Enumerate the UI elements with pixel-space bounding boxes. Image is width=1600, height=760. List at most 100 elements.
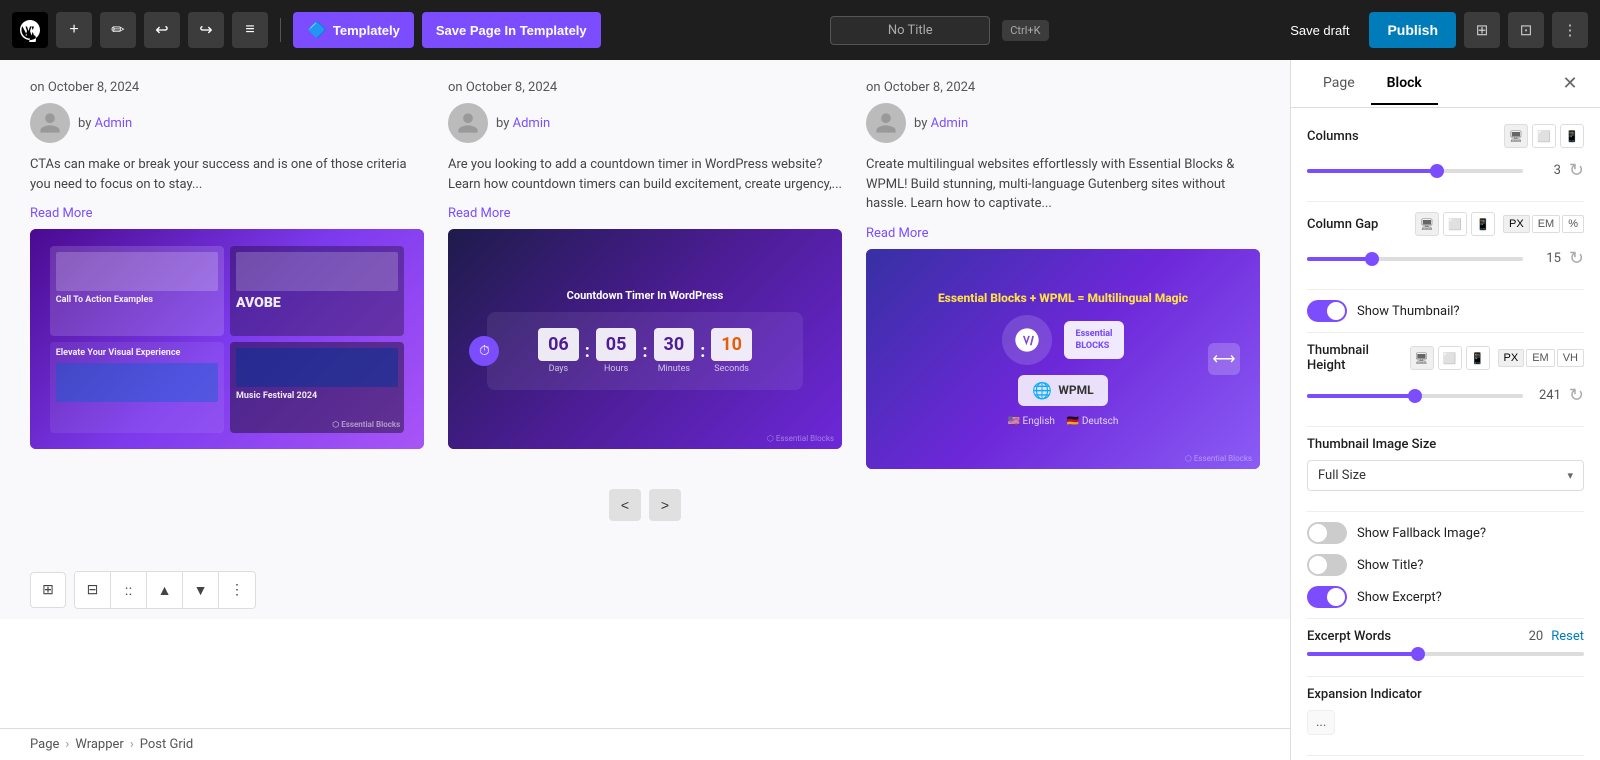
section-thumbnail-height: Thumbnail Height 🖥 ⬜ 📱 PX EM VH (1307, 343, 1584, 406)
save-draft-button[interactable]: Save draft (1278, 17, 1361, 44)
post-card-3: on October 8, 2024 by Admin Create multi… (866, 80, 1260, 469)
thumb-size-value: Full Size (1318, 468, 1366, 483)
block-ctrl-table-button[interactable]: ⊟ (75, 572, 111, 608)
excerpt-reset-button[interactable]: Reset (1551, 629, 1584, 644)
panel-content[interactable]: Columns 🖥 ⬜ 📱 3 ↻ (1291, 108, 1600, 760)
wp-logo-icon[interactable] (12, 12, 48, 48)
author-link-3[interactable]: Admin (931, 116, 969, 131)
post-excerpt-3: Create multilingual websites effortlessl… (866, 155, 1260, 214)
column-gap-slider-track[interactable] (1307, 257, 1523, 261)
countdown-days-label: Days (538, 364, 579, 374)
show-title-knob (1309, 556, 1327, 574)
redo-button[interactable]: ↪ (188, 12, 224, 48)
show-excerpt-label: Show Excerpt? (1357, 590, 1442, 605)
page-title-input[interactable]: No Title (830, 16, 990, 45)
desktop-icon[interactable]: 🖥 (1504, 124, 1528, 148)
columns-reset[interactable]: ↻ (1569, 160, 1584, 181)
tab-page[interactable]: Page (1307, 63, 1371, 105)
block-ctrl-grid-button[interactable]: ⊞ (30, 572, 66, 608)
by-author-3: by Admin (914, 116, 968, 131)
columns-slider-thumb[interactable] (1430, 164, 1444, 178)
settings-button[interactable]: ⊡ (1508, 12, 1544, 48)
save-page-templately-button[interactable]: Save Page In Templately (422, 12, 601, 48)
breadcrumb-post-grid: Post Grid (140, 737, 193, 752)
section-expansion: Expansion Indicator ... (1307, 687, 1584, 735)
thumb-card-1: Call To Action Examples (50, 246, 224, 337)
block-controls: ⊞ ⊟ :: ▲ ▼ ⋮ (0, 561, 1290, 619)
mobile-icon-gap[interactable]: 📱 (1471, 212, 1495, 236)
mobile-icon-th[interactable]: 📱 (1466, 346, 1490, 370)
unit-px-th[interactable]: PX (1498, 349, 1525, 367)
excerpt-words-thumb[interactable] (1411, 647, 1425, 661)
next-page-button[interactable]: > (649, 489, 681, 521)
post-avatar-author-3: by Admin (866, 103, 1260, 143)
desktop-icon-gap[interactable]: 🖥 (1415, 212, 1439, 236)
countdown-units: 06 Days : 05 Hours : (503, 328, 786, 374)
read-more-3[interactable]: Read More (866, 226, 1260, 241)
tablet-icon-th[interactable]: ⬜ (1438, 346, 1462, 370)
by-author-2: by Admin (496, 116, 550, 131)
language-flags: 🇺🇸 English 🇩🇪 Deutsch (1008, 416, 1119, 427)
show-fallback-toggle[interactable] (1307, 522, 1347, 544)
tablet-icon-gap[interactable]: ⬜ (1443, 212, 1467, 236)
unit-vh-th[interactable]: VH (1557, 349, 1584, 367)
avatar-3 (866, 103, 906, 143)
column-gap-reset[interactable]: ↻ (1569, 248, 1584, 269)
publish-button[interactable]: Publish (1369, 12, 1456, 48)
show-title-toggle[interactable] (1307, 554, 1347, 576)
read-more-1[interactable]: Read More (30, 206, 424, 221)
excerpt-words-slider[interactable] (1307, 652, 1584, 656)
block-ctrl-up-button[interactable]: ▲ (147, 572, 183, 608)
block-ctrl-down-button[interactable]: ▼ (183, 572, 219, 608)
thumb-visual-3: Essential Blocks + WPML = Multilingual M… (866, 249, 1260, 469)
thumb-card-2: AVOBE (230, 246, 404, 337)
editor-canvas[interactable]: on October 8, 2024 by Admin CTAs can mak… (0, 60, 1290, 760)
edit-icon-button[interactable]: ✏ (100, 12, 136, 48)
unit-em-th[interactable]: EM (1526, 349, 1555, 367)
column-gap-slider-thumb[interactable] (1365, 252, 1379, 266)
columns-slider-track[interactable] (1307, 169, 1523, 173)
post-excerpt-2: Are you looking to add a countdown timer… (448, 155, 842, 194)
unit-em-gap[interactable]: EM (1532, 215, 1561, 233)
templately-button[interactable]: 🔷 Templately (293, 12, 414, 48)
block-ctrl-drag-button[interactable]: :: (111, 572, 147, 608)
unit-px-gap[interactable]: PX (1503, 215, 1530, 233)
more-options-button[interactable]: ⋮ (1552, 12, 1588, 48)
eb-logo-2: ⬡ Essential Blocks (767, 434, 834, 443)
unit-pct-gap[interactable]: % (1562, 215, 1584, 233)
read-more-2[interactable]: Read More (448, 206, 842, 221)
section-thumb-size: Thumbnail Image Size Full Size ▾ (1307, 437, 1584, 491)
breadcrumb-page[interactable]: Page (30, 737, 59, 752)
desktop-icon-th[interactable]: 🖥 (1410, 346, 1434, 370)
panel-tabs: Page Block ✕ (1291, 60, 1600, 108)
thumbnail-height-reset[interactable]: ↻ (1569, 385, 1584, 406)
column-gap-value: 15 (1531, 251, 1561, 266)
thumbnail-height-slider-track[interactable] (1307, 394, 1523, 398)
undo-button[interactable]: ↩ (144, 12, 180, 48)
thumbnail-height-slider-fill (1307, 394, 1415, 398)
prev-page-button[interactable]: < (609, 489, 641, 521)
block-ctrl-more-button[interactable]: ⋮ (219, 572, 255, 608)
author-link-2[interactable]: Admin (513, 116, 551, 131)
show-thumbnail-toggle[interactable] (1307, 300, 1347, 322)
thumbnail-height-slider-thumb[interactable] (1408, 389, 1422, 403)
mobile-icon[interactable]: 📱 (1560, 124, 1584, 148)
thumbnail-height-label: Thumbnail Height (1307, 343, 1402, 373)
more-menu-button[interactable]: ≡ (232, 12, 268, 48)
tab-block[interactable]: Block (1371, 63, 1438, 105)
thumb-card-title-4: Music Festival 2024 (236, 391, 398, 402)
author-link-1[interactable]: Admin (95, 116, 133, 131)
panel-close-button[interactable]: ✕ (1556, 70, 1584, 98)
show-excerpt-toggle[interactable] (1307, 586, 1347, 608)
expansion-value[interactable]: ... (1307, 710, 1335, 735)
excerpt-words-header: Excerpt Words 20 Reset (1307, 629, 1584, 644)
columns-slider-row: 3 ↻ (1307, 160, 1584, 181)
post-thumbnail-2: Countdown Timer In WordPress ⏱ 06 Days (448, 229, 842, 449)
layout-view-button[interactable]: ⊞ (1464, 12, 1500, 48)
tablet-icon[interactable]: ⬜ (1532, 124, 1556, 148)
add-block-button[interactable]: + (56, 12, 92, 48)
thumb-size-dropdown[interactable]: Full Size ▾ (1307, 460, 1584, 491)
column-gap-header: Column Gap 🖥 ⬜ 📱 PX EM % (1307, 212, 1584, 236)
breadcrumb-wrapper[interactable]: Wrapper (75, 737, 124, 752)
thumbnail-height-slider-row: 241 ↻ (1307, 385, 1584, 406)
